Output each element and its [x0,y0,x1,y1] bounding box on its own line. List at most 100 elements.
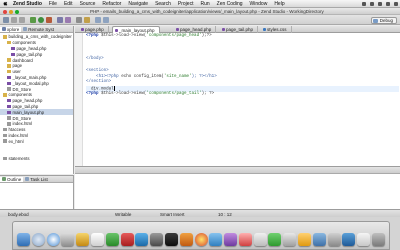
firefox-icon[interactable] [179,233,193,246]
debug-icon[interactable] [30,17,36,23]
menu-app-name[interactable]: Zend Studio [13,1,42,7]
system-preferences-icon[interactable] [150,233,164,246]
app-icon[interactable] [238,233,252,246]
code-editor: page.php _main_layout.php page_head.php … [75,26,400,166]
code-line[interactable]: <?php $this->load->view('components/page… [86,92,399,98]
battery-icon[interactable] [386,2,390,6]
zend-studio-icon[interactable] [209,233,223,246]
menu-edit[interactable]: Edit [64,1,73,7]
calendar-icon[interactable] [90,233,104,246]
tab-task-list[interactable]: Task List [23,177,50,182]
php-file-icon [114,28,118,33]
app-icon[interactable] [283,233,297,246]
folder-icon [7,69,11,74]
code-token: </section> [86,80,112,85]
tree-item-label: htaccess [8,127,26,133]
tab-label: page_head.php [180,27,212,32]
spotlight-icon[interactable] [394,2,398,6]
launchpad-icon[interactable] [31,233,45,246]
tree-item-label: ex_html [8,138,24,144]
menu-project[interactable]: Project [178,1,194,7]
menu-run[interactable]: Run [200,1,209,7]
perspective-label: Debug [379,17,393,23]
status-menu-icon[interactable] [362,2,366,6]
code-token: $this->load->view( [101,34,147,38]
run-icon[interactable] [38,17,44,23]
tab-remote-systems[interactable]: Remote Syst [21,27,56,32]
tab-outline[interactable]: Outline [0,176,24,182]
menu-search[interactable]: Search [155,1,171,7]
code-token: modal [101,87,114,92]
new-php-project-icon[interactable] [57,17,63,23]
desktop-dock-area [0,217,400,250]
app-store-icon[interactable] [135,233,149,246]
open-type-icon[interactable] [76,17,82,23]
menu-help[interactable]: Help [274,1,284,7]
notes-icon[interactable] [76,233,90,246]
volume-icon[interactable] [378,2,382,6]
wifi-icon[interactable] [370,2,374,6]
mail-icon[interactable] [61,233,75,246]
documents-stack-icon[interactable] [357,233,371,246]
menu-refactor[interactable]: Refactor [102,1,121,7]
external-tools-icon[interactable] [46,17,52,23]
new-icon[interactable] [3,17,9,23]
app-icon[interactable] [327,233,341,246]
file-icon [7,87,11,91]
php-file-icon [7,98,11,103]
tree-item-label: main_layout.php [12,109,45,115]
menu-file[interactable]: File [49,1,57,7]
zoom-window-button[interactable] [15,9,19,14]
code-token: $this->load->view( [101,91,147,96]
perspective-switcher[interactable]: Debug [370,16,397,24]
back-icon[interactable] [95,17,101,23]
terminal-icon[interactable] [164,233,178,246]
apple-icon[interactable] [3,1,8,6]
code-area[interactable]: <?php $this->load->view('components/page… [86,34,399,98]
chrome-icon[interactable] [194,233,208,246]
search-icon[interactable] [84,17,90,23]
app-icon[interactable] [298,233,312,246]
app-icon[interactable] [120,233,134,246]
file-icon [3,127,7,132]
menu-navigate[interactable]: Navigate [128,1,148,7]
forward-icon[interactable] [103,17,109,23]
php-file-icon [7,104,11,109]
dock [12,221,390,250]
code-token: );?> [201,34,212,38]
trash-icon[interactable] [372,233,386,246]
code-token: 'components/page_head' [146,34,202,38]
tab-page-head-php[interactable]: page_head.php [174,26,217,33]
tab-page-tail-php[interactable]: page_tail.php [220,26,259,33]
tab-label: styles.css [267,27,287,32]
menu-window[interactable]: Window [250,1,268,7]
safari-icon[interactable] [46,233,60,246]
outline-icon [2,177,6,181]
editor-tabs: page.php _main_layout.php page_head.php … [75,26,400,33]
close-window-button[interactable] [3,9,7,14]
menu-source[interactable]: Source [80,1,96,7]
minimize-window-button[interactable] [9,9,13,14]
finder-icon[interactable] [16,233,30,246]
tree-item[interactable]: statements [0,156,73,162]
window-title-bar: PHP - emails_building_a_cms_with_codeign… [0,8,400,15]
tab-main-layout-php[interactable]: _main_layout.php [112,26,160,33]
css-file-icon [262,27,266,32]
print-icon[interactable] [19,17,25,23]
folder-icon [3,35,7,39]
app-icon[interactable] [268,233,282,246]
tree-item-label: components [12,40,36,46]
app-icon[interactable] [224,233,238,246]
tab-page-php[interactable]: page.php [79,26,109,33]
new-php-file-icon[interactable] [65,17,71,23]
preview-icon[interactable] [253,233,267,246]
php-file-icon [221,27,225,32]
tab-php-explorer[interactable]: xplore [0,26,22,32]
app-icon[interactable] [312,233,326,246]
messages-icon[interactable] [105,233,119,246]
tab-styles-css[interactable]: styles.css [261,26,292,33]
menu-zen-coding[interactable]: Zen Coding [217,1,243,7]
app-icon[interactable] [342,233,356,246]
save-icon[interactable] [11,17,17,23]
task-list-icon [25,177,30,181]
